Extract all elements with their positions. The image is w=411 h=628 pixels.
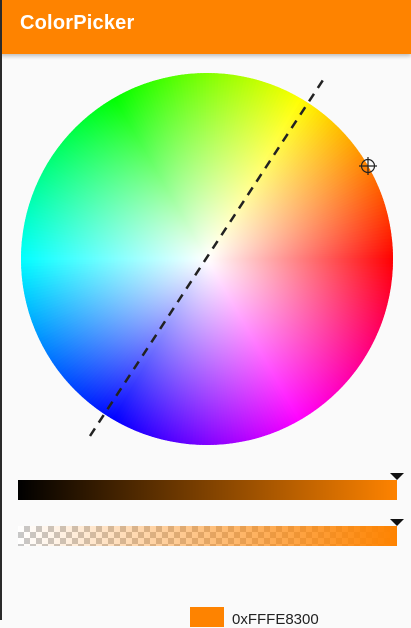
new-color-swatch bbox=[190, 607, 224, 627]
alpha-slider[interactable] bbox=[18, 519, 404, 546]
triangle-down-icon[interactable] bbox=[390, 473, 404, 480]
brightness-track[interactable] bbox=[18, 480, 397, 500]
brightness-slider[interactable] bbox=[18, 473, 404, 500]
window-edge bbox=[0, 0, 2, 620]
app-title: ColorPicker bbox=[20, 12, 135, 34]
triangle-down-icon[interactable] bbox=[390, 519, 404, 526]
color-preview-row: 0xFFFE8300 bbox=[0, 600, 411, 628]
color-wheel-area[interactable] bbox=[0, 54, 411, 454]
color-wheel[interactable] bbox=[0, 54, 411, 454]
alpha-track[interactable] bbox=[18, 526, 397, 546]
app-bar: ColorPicker bbox=[0, 0, 411, 54]
